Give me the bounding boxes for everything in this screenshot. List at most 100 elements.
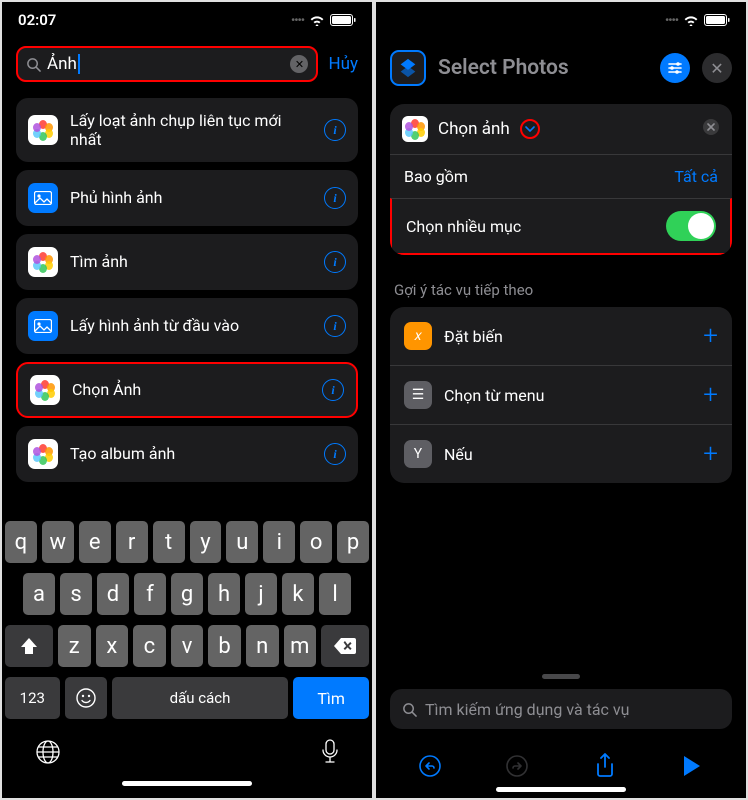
globe-key[interactable] — [35, 739, 61, 771]
info-button[interactable]: i — [322, 379, 344, 401]
clear-search-button[interactable]: ✕ — [290, 55, 308, 73]
space-key[interactable]: dấu cách — [112, 677, 289, 719]
action-card: Chọn ảnh Bao gồm Tất cả Chọn nhiều mục — [390, 104, 732, 255]
suggestion-label: Đặt biến — [444, 327, 691, 346]
key-a[interactable]: a — [23, 573, 55, 615]
shift-key[interactable] — [5, 625, 53, 667]
bottom-search-input[interactable]: Tìm kiếm ứng dụng và tác vụ — [390, 689, 732, 729]
info-button[interactable]: i — [324, 251, 346, 273]
undo-button[interactable] — [415, 751, 445, 781]
right-phone: •••• Select Photos ✕ — [376, 2, 746, 798]
action-label: Lấy hình ảnh từ đầu vào — [70, 316, 312, 335]
shortcuts-app-icon[interactable] — [390, 50, 426, 86]
photos-app-icon — [28, 115, 58, 145]
close-button[interactable]: ✕ — [702, 53, 732, 83]
action-label: Chọn Ảnh — [72, 380, 310, 399]
key-q[interactable]: q — [5, 521, 37, 563]
status-bar: •••• — [376, 2, 746, 38]
battery-icon — [330, 14, 356, 26]
add-suggestion-button[interactable]: + — [703, 380, 718, 410]
key-u[interactable]: u — [226, 521, 258, 563]
dictation-key[interactable] — [321, 739, 339, 771]
suggestion-icon: ☰ — [404, 381, 432, 409]
key-n[interactable]: n — [246, 625, 279, 667]
key-b[interactable]: b — [208, 625, 241, 667]
search-row: Ảnh ✕ Hủy — [2, 38, 372, 90]
action-item[interactable]: Lấy loạt ảnh chụp liên tục mới nhấti — [16, 98, 358, 162]
search-icon — [402, 702, 417, 717]
header-title: Select Photos — [438, 56, 648, 80]
suggestion-label: Chọn từ menu — [444, 386, 691, 405]
key-x[interactable]: x — [96, 625, 129, 667]
key-i[interactable]: i — [263, 521, 295, 563]
action-item[interactable]: Tạo album ảnhi — [16, 426, 358, 482]
toolbar — [376, 739, 746, 785]
image-action-icon — [28, 311, 58, 341]
add-suggestion-button[interactable]: + — [703, 439, 718, 469]
left-phone: 02:07 •••• Ảnh ✕ Hủy Lấy loạt ảnh chụp l… — [2, 2, 372, 798]
header: Select Photos ✕ — [376, 38, 746, 98]
action-item[interactable]: Phủ hình ảnhi — [16, 170, 358, 226]
key-l[interactable]: l — [319, 573, 351, 615]
action-item[interactable]: Lấy hình ảnh từ đầu vào i — [16, 298, 358, 354]
emoji-key[interactable] — [65, 677, 107, 719]
suggestion-item[interactable]: YNếu+ — [390, 424, 732, 483]
image-action-icon — [28, 183, 58, 213]
cellular-dots: •••• — [665, 13, 678, 27]
key-k[interactable]: k — [282, 573, 314, 615]
key-r[interactable]: r — [116, 521, 148, 563]
key-y[interactable]: y — [190, 521, 222, 563]
key-t[interactable]: t — [153, 521, 185, 563]
drag-handle[interactable] — [542, 674, 580, 679]
cellular-dots: •••• — [291, 13, 304, 27]
share-button[interactable] — [590, 751, 620, 781]
suggestions-label: Gợi ý tác vụ tiếp theo — [376, 261, 746, 307]
key-f[interactable]: f — [134, 573, 166, 615]
include-row[interactable]: Bao gồm Tất cả — [390, 154, 732, 198]
info-button[interactable]: i — [324, 187, 346, 209]
card-close-icon[interactable] — [702, 118, 720, 141]
key-o[interactable]: o — [300, 521, 332, 563]
info-button[interactable]: i — [324, 119, 346, 141]
wifi-icon — [683, 14, 699, 26]
key-c[interactable]: c — [133, 625, 166, 667]
key-j[interactable]: j — [245, 573, 277, 615]
expand-chevron-icon[interactable] — [520, 119, 540, 139]
key-d[interactable]: d — [97, 573, 129, 615]
keyboard: qwertyuiop asdfghjkl zxcvbnm 123 dấu các… — [2, 515, 372, 798]
key-w[interactable]: w — [42, 521, 74, 563]
multi-select-toggle[interactable] — [666, 211, 716, 241]
info-button[interactable]: i — [324, 315, 346, 337]
key-m[interactable]: m — [284, 625, 317, 667]
redo-button — [502, 751, 532, 781]
action-item[interactable]: Chọn Ảnh i — [16, 362, 358, 418]
settings-button[interactable] — [660, 53, 690, 83]
backspace-key[interactable] — [321, 625, 369, 667]
play-button[interactable] — [677, 751, 707, 781]
multi-select-label: Chọn nhiều mục — [406, 217, 521, 236]
key-h[interactable]: h — [208, 573, 240, 615]
card-header: Chọn ảnh — [390, 104, 732, 154]
photos-app-icon — [402, 116, 428, 142]
clock: 02:07 — [18, 11, 56, 29]
status-indicators: •••• — [665, 13, 730, 27]
suggestion-item[interactable]: 𝑥Đặt biến+ — [390, 307, 732, 365]
search-input[interactable]: Ảnh ✕ — [16, 46, 318, 82]
info-button[interactable]: i — [324, 443, 346, 465]
add-suggestion-button[interactable]: + — [703, 321, 718, 351]
key-e[interactable]: e — [79, 521, 111, 563]
suggestion-item[interactable]: ☰ Chọn từ menu + — [390, 365, 732, 424]
key-z[interactable]: z — [58, 625, 91, 667]
numbers-key[interactable]: 123 — [5, 677, 60, 719]
key-v[interactable]: v — [171, 625, 204, 667]
key-s[interactable]: s — [60, 573, 92, 615]
key-p[interactable]: p — [337, 521, 369, 563]
key-g[interactable]: g — [171, 573, 203, 615]
return-key[interactable]: Tìm — [293, 677, 369, 719]
photos-app-icon — [30, 375, 60, 405]
multi-select-row: Chọn nhiều mục — [390, 198, 732, 255]
include-value[interactable]: Tất cả — [674, 167, 718, 186]
cancel-button[interactable]: Hủy — [328, 54, 358, 74]
battery-icon — [704, 14, 730, 26]
action-item[interactable]: Tìm ảnhi — [16, 234, 358, 290]
